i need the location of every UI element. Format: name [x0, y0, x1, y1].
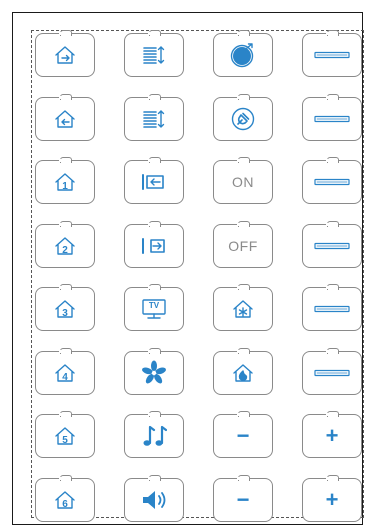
- home-icon: 3: [53, 297, 77, 321]
- plus-icon: +: [325, 423, 339, 448]
- minus-icon: −: [236, 423, 250, 448]
- off-label: OFF: [228, 237, 258, 254]
- fader-bar-icon: [314, 177, 350, 187]
- volume-button[interactable]: [124, 474, 184, 522]
- off-button[interactable]: OFF: [213, 220, 273, 268]
- home-2-button[interactable]: 2: [35, 220, 95, 268]
- input-in-button[interactable]: [124, 157, 184, 204]
- fader-button-3[interactable]: [302, 157, 362, 204]
- tv-button[interactable]: TV: [124, 284, 184, 331]
- plug-button[interactable]: [213, 93, 273, 141]
- home-icon: 5: [53, 424, 77, 448]
- tv-icon: TV: [141, 298, 167, 320]
- fader-bar-icon: [314, 241, 350, 251]
- list-scroll-button-1[interactable]: [124, 30, 184, 77]
- home-icon: 1: [53, 170, 77, 194]
- fader-bar-icon: [314, 304, 350, 314]
- music-note-icon: [141, 423, 167, 449]
- list-updown-icon: [142, 44, 166, 66]
- fader-button-2[interactable]: [302, 93, 362, 141]
- keypad-grid: 1 ON 2 OFF 3 TV 4 5 − +6 − +: [35, 30, 362, 522]
- minus-button-1[interactable]: −: [213, 411, 273, 458]
- fader-bar-icon: [314, 114, 350, 124]
- minus-icon: −: [236, 486, 250, 512]
- home-3-button[interactable]: 3: [35, 284, 95, 331]
- home-arrow-in-button[interactable]: [35, 93, 95, 141]
- home-number-label: 1: [62, 181, 68, 192]
- plug-icon: [230, 106, 256, 132]
- fader-button-5[interactable]: [302, 284, 362, 331]
- home-5-button[interactable]: 5: [35, 411, 95, 458]
- fader-button-1[interactable]: [302, 30, 362, 77]
- fader-button-4[interactable]: [302, 220, 362, 268]
- music-button[interactable]: [124, 411, 184, 458]
- home-1-button[interactable]: 1: [35, 157, 95, 204]
- minus-button-2[interactable]: −: [213, 474, 273, 522]
- home-arrow-out-button[interactable]: [35, 30, 95, 77]
- home-icon: 6: [53, 488, 77, 512]
- home-icon: 4: [53, 361, 77, 385]
- power-knob-icon: [230, 42, 256, 68]
- home-number-label: 5: [62, 435, 68, 446]
- on-button[interactable]: ON: [213, 157, 273, 204]
- home-arrow-right-icon: [53, 43, 77, 67]
- home-snowflake-icon: [231, 297, 255, 321]
- fader-bar-icon: [314, 368, 350, 378]
- tv-icon-label: TV: [148, 301, 160, 310]
- home-icon: 2: [53, 234, 77, 258]
- fader-bar-icon: [314, 50, 350, 60]
- fader-button-6[interactable]: [302, 347, 362, 395]
- speaker-icon: [140, 488, 168, 512]
- home-arrow-left-icon: [53, 107, 77, 131]
- arrow-into-bar-icon: [141, 173, 167, 191]
- list-updown-icon: [142, 108, 166, 130]
- fan-icon: [141, 360, 167, 386]
- home-heating-button[interactable]: [213, 347, 273, 395]
- home-number-label: 6: [62, 498, 68, 510]
- arrow-out-box-icon: [141, 237, 167, 255]
- list-scroll-button-2[interactable]: [124, 93, 184, 141]
- power-knob-button[interactable]: [213, 30, 273, 77]
- plus-icon: +: [325, 486, 339, 512]
- home-4-button[interactable]: 4: [35, 347, 95, 395]
- home-cooling-button[interactable]: [213, 284, 273, 331]
- fan-button[interactable]: [124, 347, 184, 395]
- home-number-label: 4: [62, 371, 68, 383]
- home-number-label: 2: [62, 244, 68, 256]
- home-flame-icon: [231, 361, 255, 385]
- input-out-button[interactable]: [124, 220, 184, 268]
- home-number-label: 3: [62, 308, 68, 319]
- plus-button-2[interactable]: +: [302, 474, 362, 522]
- on-label: ON: [232, 174, 254, 190]
- plus-button-1[interactable]: +: [302, 411, 362, 458]
- home-6-button[interactable]: 6: [35, 474, 95, 522]
